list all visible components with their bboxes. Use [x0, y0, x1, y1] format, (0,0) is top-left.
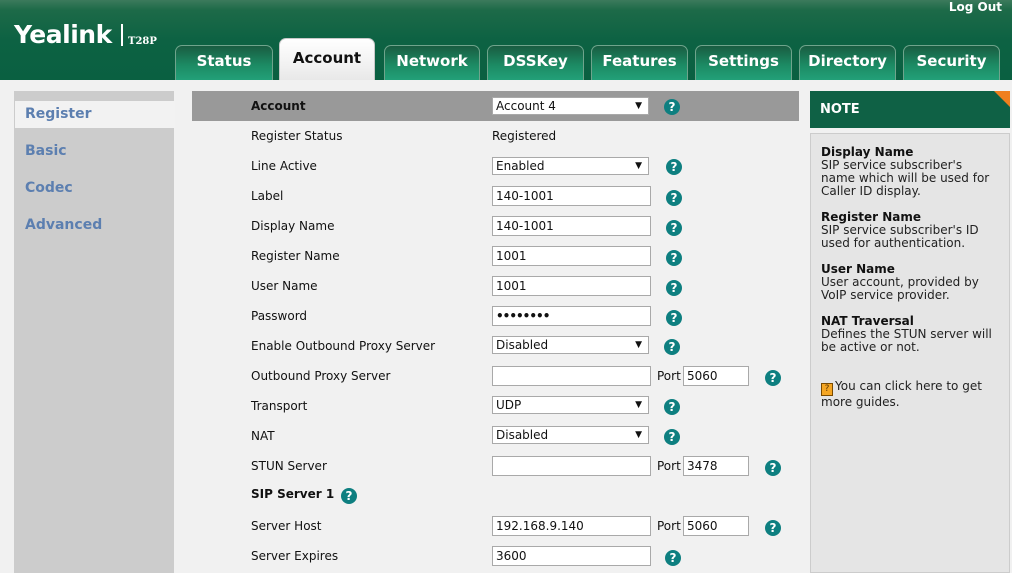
tab-status[interactable]: Status — [175, 45, 273, 80]
transport-value: UDP — [496, 398, 522, 412]
help-icon[interactable]: ? — [666, 220, 682, 236]
stun-port-input[interactable]: 3478 — [683, 456, 749, 476]
note-corner-fold-icon — [994, 91, 1010, 107]
outbound-proxy-label: Outbound Proxy Server — [251, 369, 391, 383]
register-status-value: Registered — [492, 129, 557, 143]
stun-port-label: Port — [657, 459, 681, 473]
sidebar-item-codec[interactable]: Codec — [15, 175, 175, 202]
enable-outbound-proxy-select[interactable]: Disabled ▼ — [492, 336, 649, 354]
help-icon[interactable]: ? — [666, 280, 682, 296]
help-icon[interactable]: ? — [765, 520, 781, 536]
sidebar-item-basic[interactable]: Basic — [15, 138, 175, 165]
help-icon[interactable]: ? — [666, 159, 682, 175]
help-icon[interactable]: ? — [664, 399, 680, 415]
note-item: Register Name SIP service subscriber's I… — [821, 211, 999, 250]
stun-server-input[interactable] — [492, 456, 651, 476]
chevron-down-icon: ▼ — [635, 430, 642, 440]
nat-select[interactable]: Disabled ▼ — [492, 426, 649, 444]
guide-link[interactable]: ? You can click here to get more guides. — [821, 380, 999, 409]
server-expires-input[interactable]: 3600 — [492, 546, 651, 566]
server-host-port-label: Port — [657, 519, 681, 533]
note-item: User Name User account, provided by VoIP… — [821, 263, 999, 302]
server-expires-label: Server Expires — [251, 549, 339, 563]
label-input[interactable]: 140-1001 — [492, 186, 651, 206]
tab-dsskey[interactable]: DSSKey — [487, 45, 584, 80]
help-icon[interactable]: ? — [664, 429, 680, 445]
display-name-input[interactable]: 140-1001 — [492, 216, 651, 236]
enable-outbound-proxy-value: Disabled — [496, 338, 549, 352]
note-panel: Display Name SIP service subscriber's na… — [810, 133, 1010, 573]
help-icon[interactable]: ? — [666, 190, 682, 206]
password-input[interactable]: •••••••• — [492, 306, 651, 326]
help-icon[interactable]: ? — [665, 550, 681, 566]
note-item: NAT Traversal Defines the STUN server wi… — [821, 315, 999, 354]
transport-label: Transport — [251, 399, 308, 413]
note-title: NOTE — [820, 102, 860, 117]
display-name-label: Display Name — [251, 219, 335, 233]
yealink-logo: Yealink — [14, 20, 112, 49]
note-item: Display Name SIP service subscriber's na… — [821, 146, 999, 198]
note-item-text: SIP service subscriber's ID used for aut… — [821, 223, 979, 250]
line-active-value: Enabled — [496, 159, 545, 173]
help-icon[interactable]: ? — [664, 339, 680, 355]
enable-outbound-proxy-label: Enable Outbound Proxy Server — [251, 339, 436, 353]
register-form: Account Account 4 ▼ ? Register Status Re… — [182, 91, 802, 573]
chevron-down-icon: ▼ — [635, 101, 642, 111]
chevron-down-icon: ▼ — [635, 400, 642, 410]
transport-select[interactable]: UDP ▼ — [492, 396, 649, 414]
tab-settings[interactable]: Settings — [695, 45, 792, 80]
chevron-down-icon: ▼ — [635, 161, 642, 171]
help-icon[interactable]: ? — [666, 310, 682, 326]
note-header: NOTE — [810, 91, 1010, 128]
outbound-proxy-port-input[interactable]: 5060 — [683, 366, 749, 386]
nat-value: Disabled — [496, 428, 549, 442]
outbound-proxy-port-label: Port — [657, 369, 681, 383]
logout-link[interactable]: Log Out — [949, 0, 1002, 14]
note-item-text: Defines the STUN server will be active o… — [821, 327, 992, 354]
header-bar: Yealink T28P Log Out Status Account Netw… — [0, 0, 1012, 80]
tab-features[interactable]: Features — [591, 45, 688, 80]
tab-account[interactable]: Account — [279, 38, 375, 80]
account-label: Account — [251, 99, 306, 113]
password-label: Password — [251, 309, 308, 323]
help-icon[interactable]: ? — [765, 460, 781, 476]
line-active-select[interactable]: Enabled ▼ — [492, 157, 649, 175]
tab-directory[interactable]: Directory — [799, 45, 896, 80]
help-icon[interactable]: ? — [666, 250, 682, 266]
server-host-port-input[interactable]: 5060 — [683, 516, 749, 536]
register-name-label: Register Name — [251, 249, 340, 263]
model-label: T28P — [128, 36, 157, 47]
help-icon[interactable]: ? — [664, 99, 680, 115]
account-select[interactable]: Account 4 ▼ — [492, 97, 649, 115]
tab-network[interactable]: Network — [384, 45, 480, 80]
note-item-text: SIP service subscriber's name which will… — [821, 158, 990, 198]
user-name-label: User Name — [251, 279, 318, 293]
logo-divider — [121, 24, 123, 46]
guide-text: You can click here to get more guides. — [821, 379, 982, 409]
outbound-proxy-input[interactable] — [492, 366, 651, 386]
server-host-label: Server Host — [251, 519, 322, 533]
account-select-value: Account 4 — [496, 99, 556, 113]
stun-server-label: STUN Server — [251, 459, 327, 473]
sidebar-item-advanced[interactable]: Advanced — [15, 212, 175, 239]
server-host-input[interactable]: 192.168.9.140 — [492, 516, 651, 536]
user-name-input[interactable]: 1001 — [492, 276, 651, 296]
line-active-label: Line Active — [251, 159, 317, 173]
chevron-down-icon: ▼ — [635, 340, 642, 350]
sip-server-1-heading: SIP Server 1 — [251, 487, 335, 501]
register-status-label: Register Status — [251, 129, 343, 143]
sidebar-item-register[interactable]: Register — [15, 101, 175, 128]
register-name-input[interactable]: 1001 — [492, 246, 651, 266]
note-item-text: User account, provided by VoIP service p… — [821, 275, 979, 302]
nat-label: NAT — [251, 429, 275, 443]
help-icon[interactable]: ? — [765, 370, 781, 386]
label-label: Label — [251, 189, 284, 203]
tab-security[interactable]: Security — [903, 45, 1000, 80]
help-icon[interactable]: ? — [341, 488, 357, 504]
